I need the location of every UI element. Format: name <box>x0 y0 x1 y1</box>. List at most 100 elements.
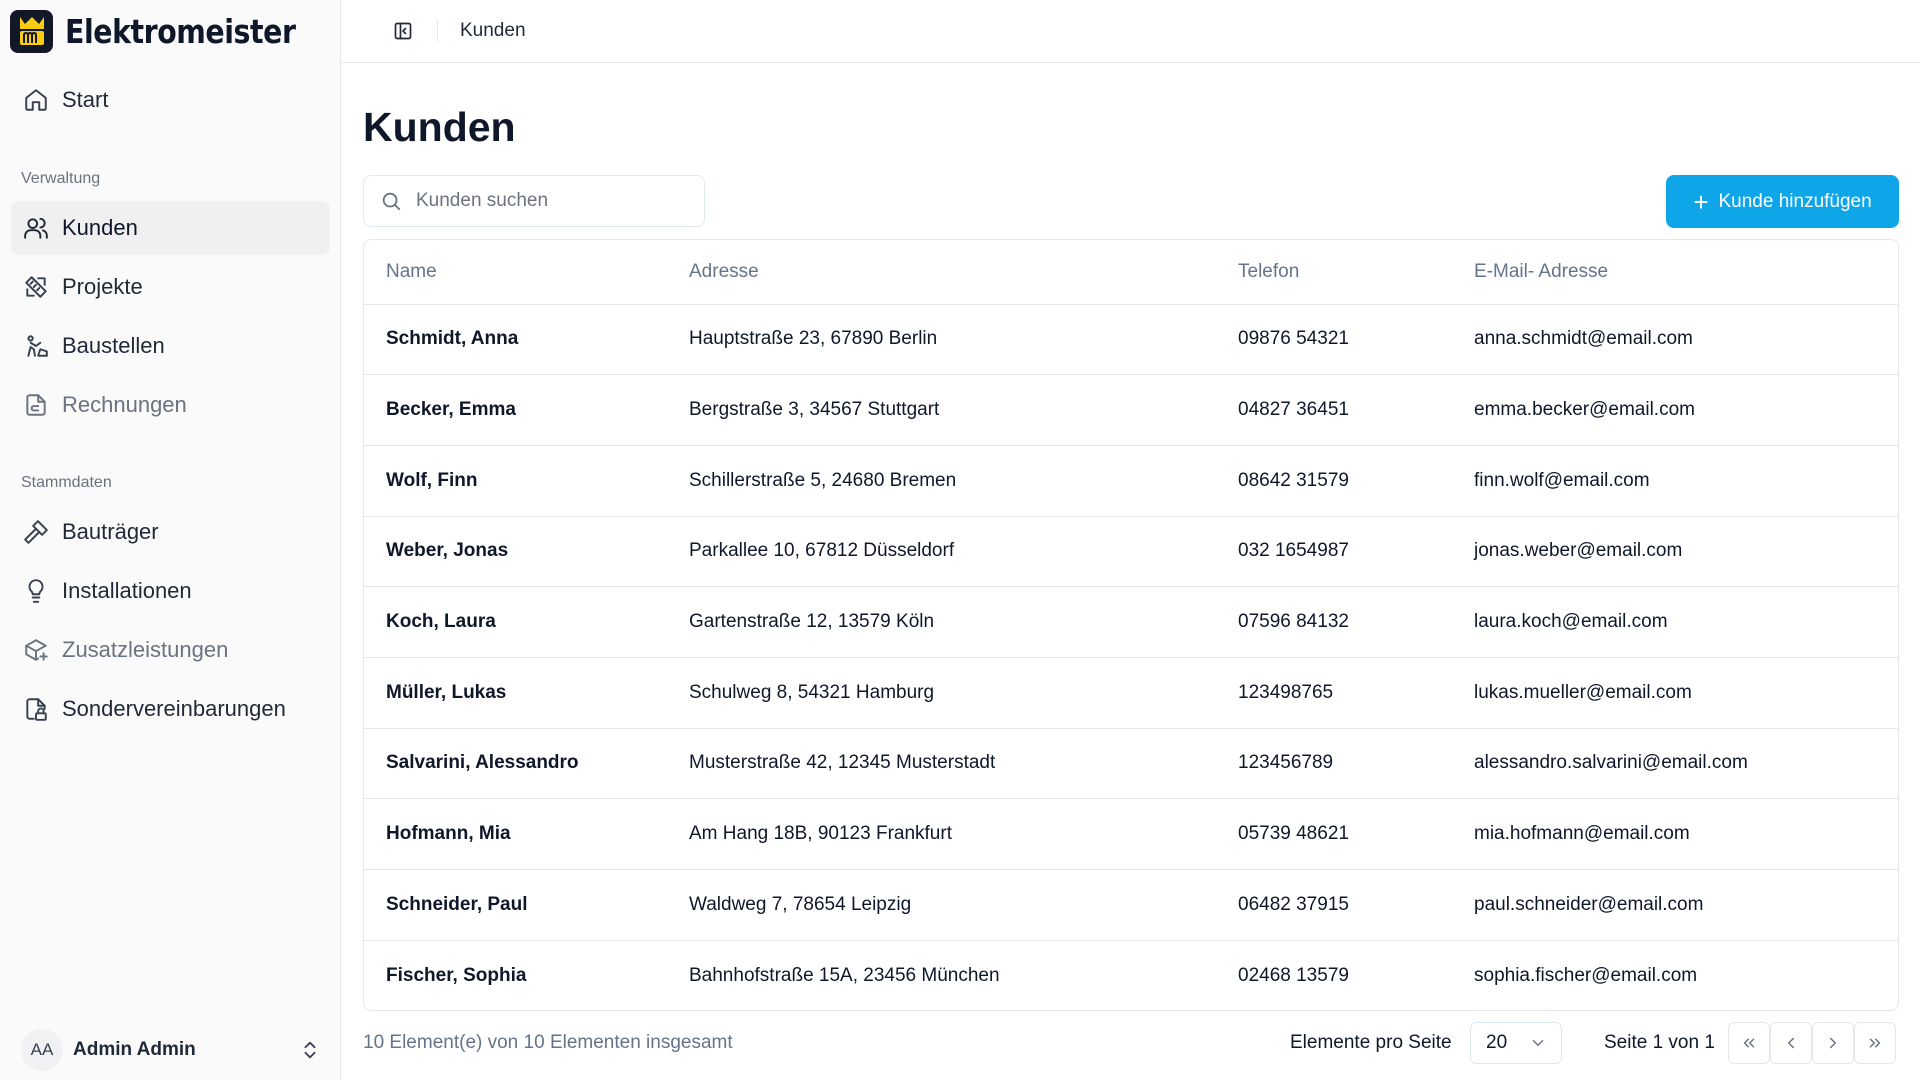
table-row[interactable]: Wolf, Finn Schillerstraße 5, 24680 Bremen… <box>364 445 1898 517</box>
per-page-value: 20 <box>1486 1032 1508 1053</box>
sidebar: Elektromeister Start Verwaltung Kunden P… <box>0 0 341 1080</box>
table-row[interactable]: Schmidt, Anna Hauptstraße 23, 67890 Berli… <box>364 304 1898 376</box>
package-plus-icon <box>23 637 49 663</box>
cell-email: finn.wolf@email.com <box>1474 445 1898 517</box>
cell-email: emma.becker@email.com <box>1474 374 1898 446</box>
page-title: Kunden <box>363 104 516 150</box>
topbar: Kunden <box>341 0 1920 63</box>
cell-name: Schmidt, Anna <box>364 304 689 376</box>
column-header-name[interactable]: Name <box>364 240 689 305</box>
sidebar-item-label: Projekte <box>62 274 143 299</box>
table-row[interactable]: Salvarini, Alessandro Musterstraße 42, 12… <box>364 728 1898 800</box>
cell-address: Parkallee 10, 67812 Düsseldorf <box>689 516 1238 588</box>
users-icon <box>23 215 49 241</box>
table-row[interactable]: Becker, Emma Bergstraße 3, 34567 Stuttgar… <box>364 374 1898 446</box>
cell-address: Bahnhofstraße 15A, 23456 München <box>689 964 1000 986</box>
cell-name: Fischer, Sophia <box>386 964 527 986</box>
first-page-button[interactable] <box>1728 1022 1770 1064</box>
cell-address: Gartenstraße 12, 13579 Köln <box>689 586 1238 658</box>
main-content: Kunden Kunden + Kunde hinzufügen Name Ad… <box>341 0 1920 1080</box>
cell-name: Weber, Jonas <box>364 516 689 588</box>
invoice-icon <box>23 392 49 418</box>
cell-email: sophia.fischer@email.com <box>1474 964 1698 986</box>
sidebar-item-zusatzleistungen[interactable]: Zusatzleistungen <box>11 623 330 677</box>
ruler-pencil-icon <box>23 274 49 300</box>
cell-name: Salvarini, Alessandro <box>364 728 689 800</box>
add-customer-label: Kunde hinzufügen <box>1718 190 1872 212</box>
add-customer-button[interactable]: + Kunde hinzufügen <box>1666 175 1899 228</box>
sidebar-item-rechnungen[interactable]: Rechnungen <box>11 378 330 432</box>
column-header-phone[interactable]: Telefon <box>1238 240 1474 305</box>
table-row[interactable]: Koch, Laura Gartenstraße 12, 13579 Köln 07… <box>364 586 1898 658</box>
sidebar-item-sondervereinbarungen[interactable]: Sondervereinbarungen <box>11 682 330 736</box>
cell-name: Koch, Laura <box>364 586 689 658</box>
cell-phone: 09876 54321 <box>1238 304 1474 376</box>
cell-email: paul.schneider@email.com <box>1474 869 1898 941</box>
breadcrumb[interactable]: Kunden <box>460 20 526 42</box>
cell-phone: 07596 84132 <box>1238 586 1474 658</box>
sidebar-toggle-icon[interactable] <box>391 19 415 43</box>
table-row[interactable]: Müller, Lukas Schulweg 8, 54321 Hamburg 12… <box>364 657 1898 729</box>
cell-name: Becker, Emma <box>364 374 689 446</box>
sidebar-item-label: Start <box>62 87 109 112</box>
plus-icon: + <box>1693 186 1709 217</box>
search-box[interactable] <box>363 175 705 227</box>
cell-phone: 123498765 <box>1238 657 1474 729</box>
avatar: AA <box>21 1029 63 1071</box>
sidebar-item-projekte[interactable]: Projekte <box>11 260 330 314</box>
user-menu[interactable]: AA Admin Admin <box>21 1029 321 1071</box>
sidebar-item-start[interactable]: Start <box>11 73 330 127</box>
cell-phone: 06482 37915 <box>1238 869 1474 941</box>
cell-name: Hofmann, Mia <box>364 798 689 870</box>
sidebar-item-kunden[interactable]: Kunden <box>11 201 330 255</box>
chevrons-up-down-icon[interactable] <box>299 1039 321 1061</box>
table-header-row: Name Adresse Telefon E-Mail- Adresse <box>364 240 1898 305</box>
search-icon <box>382 192 401 211</box>
per-page-select[interactable]: 20 <box>1470 1022 1562 1064</box>
sidebar-item-installationen[interactable]: Installationen <box>11 564 330 618</box>
chevron-right-icon <box>1830 1037 1836 1049</box>
cell-address: Schulweg 8, 54321 Hamburg <box>689 657 1238 729</box>
table-row[interactable]: Weber, Jonas Parkallee 10, 67812 Düsseldo… <box>364 516 1898 588</box>
last-page-button[interactable] <box>1854 1022 1896 1064</box>
construction-worker-icon <box>23 333 49 359</box>
table-row[interactable]: Fischer, Sophia Bahnhofstraße 15A, 23456 … <box>364 940 1898 1010</box>
sidebar-item-bautraeger[interactable]: Bauträger <box>11 505 330 559</box>
brand-logo-icon <box>10 9 53 53</box>
column-header-email[interactable]: E-Mail- Adresse <box>1474 240 1898 305</box>
column-header-address[interactable]: Adresse <box>689 240 1238 305</box>
user-name: Admin Admin <box>73 1039 196 1060</box>
cell-address: Am Hang 18B, 90123 Frankfurt <box>689 798 1238 870</box>
section-label-stammdaten: Stammdaten <box>21 474 112 491</box>
lightbulb-icon <box>23 578 49 604</box>
cell-email: jonas.weber@email.com <box>1474 516 1898 588</box>
search-input[interactable] <box>416 190 686 212</box>
cell-name: Schneider, Paul <box>364 869 689 941</box>
sidebar-item-label: Kunden <box>62 215 138 240</box>
sidebar-item-label: Installationen <box>62 578 192 603</box>
sidebar-item-baustellen[interactable]: Baustellen <box>11 319 330 373</box>
table-row[interactable]: Schneider, Paul Waldweg 7, 78654 Leipzig 0… <box>364 869 1898 941</box>
chevron-left-icon <box>1788 1037 1794 1049</box>
sidebar-item-label: Sondervereinbarungen <box>62 696 286 721</box>
chevrons-left-icon <box>1743 1038 1755 1048</box>
next-page-button[interactable] <box>1812 1022 1854 1064</box>
brand-name: Elektromeister <box>65 11 296 51</box>
chevrons-right-icon <box>1869 1038 1881 1048</box>
cell-email: lukas.mueller@email.com <box>1474 657 1898 729</box>
chevron-down-icon <box>1532 1040 1544 1046</box>
per-page-label: Elemente pro Seite <box>1290 1032 1452 1053</box>
sidebar-item-label: Bauträger <box>62 519 159 544</box>
sidebar-item-label: Baustellen <box>62 333 165 358</box>
section-label-verwaltung: Verwaltung <box>21 170 101 187</box>
cell-name: Wolf, Finn <box>364 445 689 517</box>
pagination <box>1728 1022 1896 1064</box>
cell-address: Musterstraße 42, 12345 Musterstadt <box>689 728 1238 800</box>
table-row[interactable]: Hofmann, Mia Am Hang 18B, 90123 Frankfurt… <box>364 798 1898 870</box>
customers-table: Name Adresse Telefon E-Mail- Adresse Sch… <box>363 239 1899 1011</box>
sidebar-item-label: Zusatzleistungen <box>62 637 229 662</box>
previous-page-button[interactable] <box>1770 1022 1812 1064</box>
cell-address: Bergstraße 3, 34567 Stuttgart <box>689 374 1238 446</box>
home-icon <box>23 87 49 113</box>
brand[interactable]: Elektromeister <box>10 9 333 53</box>
